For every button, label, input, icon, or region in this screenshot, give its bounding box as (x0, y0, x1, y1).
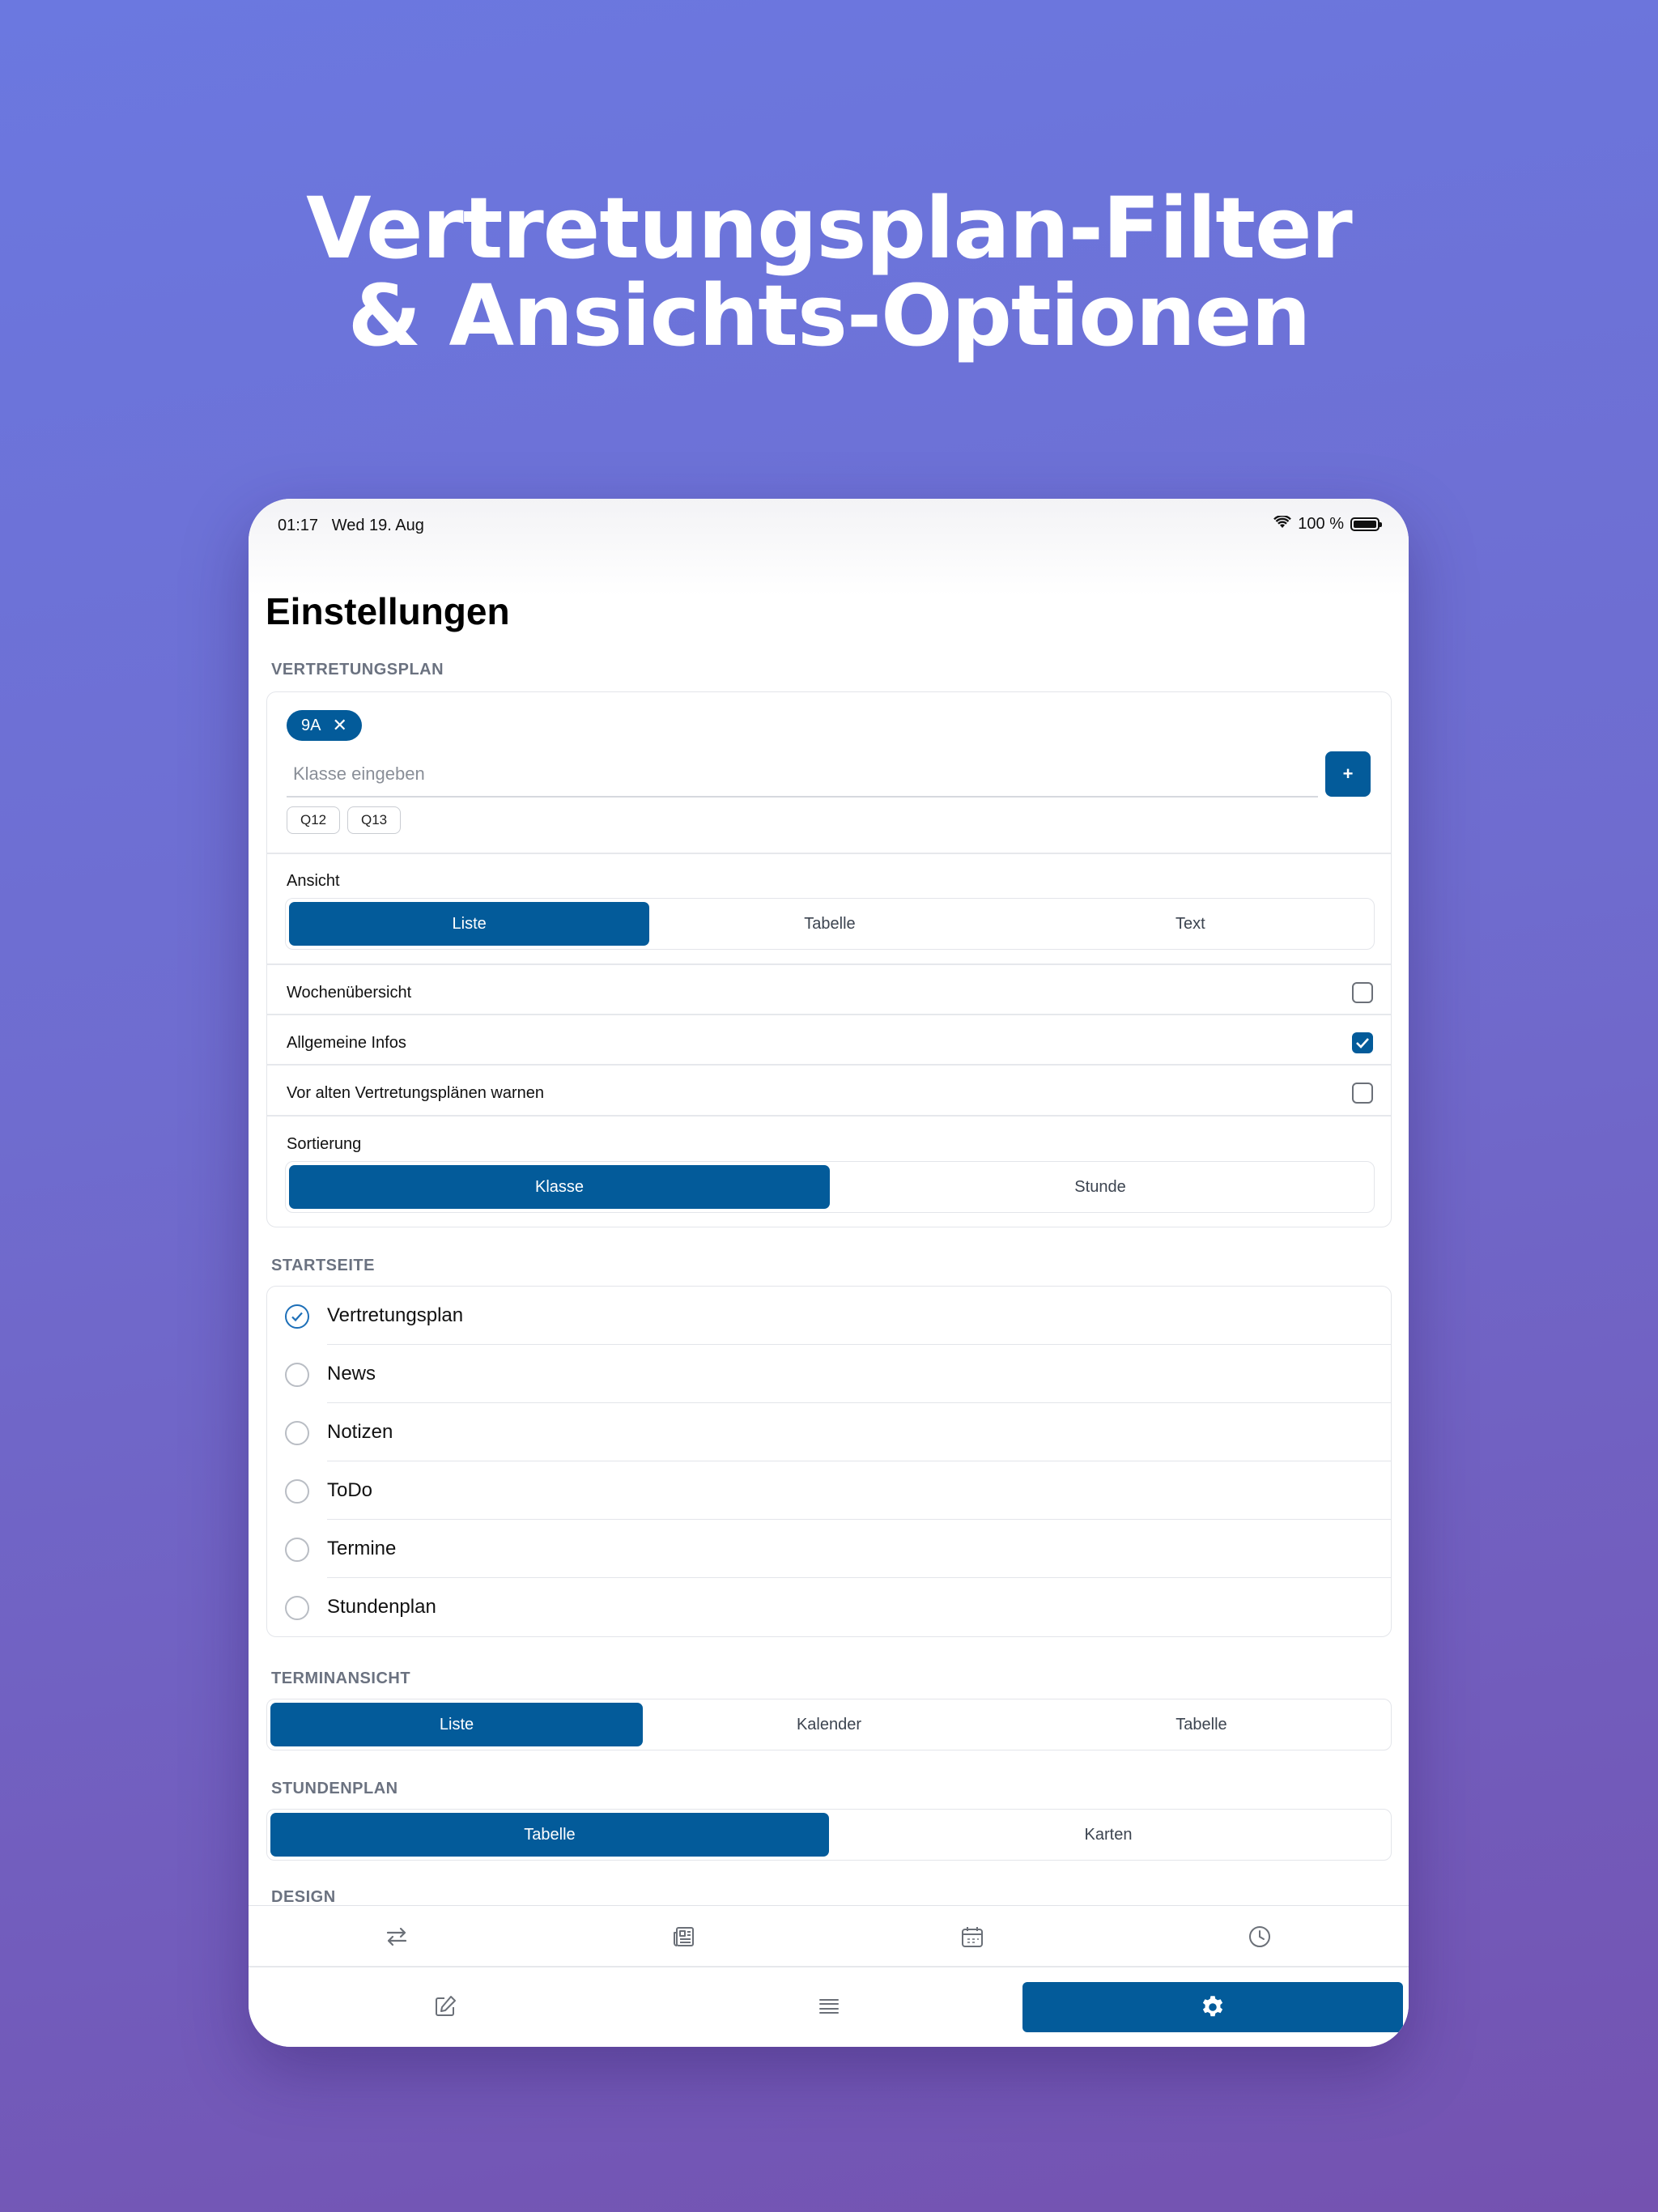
view-option-liste[interactable]: Liste (289, 902, 650, 946)
status-time-date: 01:17 Wed 19. Aug (278, 517, 424, 535)
termin-option-kalender[interactable]: Kalender (643, 1703, 1015, 1746)
termin-option-tabelle[interactable]: Tabelle (1015, 1703, 1388, 1746)
radio-unchecked-icon[interactable] (285, 1421, 309, 1445)
divider (267, 1064, 1391, 1066)
selected-class-chip[interactable]: 9A ✕ (287, 710, 362, 741)
stundenplan-option-tabelle[interactable]: Tabelle (270, 1813, 829, 1857)
radio-unchecked-icon[interactable] (285, 1479, 309, 1504)
radio-checked-icon[interactable] (285, 1304, 309, 1329)
stundenplan-segmented-control: Tabelle Karten (266, 1809, 1392, 1861)
sort-label: Sortierung (287, 1135, 362, 1153)
vertretungsplan-card: 9A ✕ + Q12 Q13 Ansicht Liste Tabelle Tex… (266, 691, 1392, 1227)
sort-option-stunde[interactable]: Stunde (830, 1165, 1371, 1209)
sort-segmented-control: Klasse Stunde (285, 1161, 1375, 1213)
startseite-option[interactable]: Vertretungsplan (267, 1287, 1391, 1345)
startseite-option[interactable]: Notizen (267, 1403, 1391, 1461)
tab-bar (249, 1905, 1409, 2047)
toggle-label-allgemeine-infos: Allgemeine Infos (287, 1034, 406, 1052)
divider (267, 963, 1391, 965)
divider (267, 1115, 1391, 1117)
newspaper-icon[interactable] (668, 1921, 700, 1953)
startseite-option[interactable]: News (267, 1345, 1391, 1403)
startseite-option-label: Stundenplan (327, 1596, 436, 1618)
startseite-option[interactable]: ToDo (267, 1461, 1391, 1520)
gear-icon[interactable] (1197, 1991, 1229, 2023)
startseite-option-label: Vertretungsplan (327, 1304, 464, 1326)
view-label: Ansicht (287, 872, 340, 890)
stundenplan-option-karten[interactable]: Karten (829, 1813, 1388, 1857)
termin-option-liste[interactable]: Liste (270, 1703, 643, 1746)
view-option-text[interactable]: Text (1010, 902, 1371, 946)
swap-arrows-icon[interactable] (380, 1921, 413, 1953)
startseite-option-label: News (327, 1363, 376, 1385)
clock-icon[interactable] (1244, 1921, 1276, 1953)
suggestion-chip[interactable]: Q13 (347, 806, 402, 834)
section-label-vertretungsplan: VERTRETUNGSPLAN (271, 661, 444, 678)
section-label-stundenplan: STUNDENPLAN (271, 1780, 398, 1797)
calendar-icon[interactable] (956, 1921, 988, 1953)
startseite-option-label: Termine (327, 1538, 397, 1559)
edit-icon[interactable] (429, 1990, 461, 2023)
toggle-label-wochenuebersicht: Wochenübersicht (287, 984, 412, 1002)
radio-unchecked-icon[interactable] (285, 1363, 309, 1387)
radio-unchecked-icon[interactable] (285, 1596, 309, 1620)
divider (267, 853, 1391, 854)
class-input[interactable] (287, 752, 1318, 798)
promo-headline-line2: & Ansichts-Optionen (347, 266, 1312, 365)
page-title: Einstellungen (266, 590, 510, 632)
allgemeine-infos-checkbox[interactable] (1352, 1032, 1373, 1053)
toggle-label-alte-plaene-warnen: Vor alten Vertretungsplänen warnen (287, 1084, 544, 1102)
startseite-option-label: ToDo (327, 1479, 373, 1501)
startseite-option-label: Notizen (327, 1421, 393, 1443)
wifi-icon (1273, 514, 1292, 534)
status-indicators: 100 % (1273, 514, 1382, 534)
list-icon[interactable] (813, 1990, 845, 2023)
terminansicht-segmented-control: Liste Kalender Tabelle (266, 1699, 1392, 1750)
section-label-startseite: STARTSEITE (271, 1257, 375, 1274)
wochenuebersicht-checkbox[interactable] (1352, 982, 1373, 1003)
status-time: 01:17 (278, 517, 319, 534)
chip-label: 9A (301, 716, 321, 734)
alte-plaene-warnen-checkbox[interactable] (1352, 1083, 1373, 1104)
section-label-terminansicht: TERMINANSICHT (271, 1670, 411, 1687)
add-class-button[interactable]: + (1325, 751, 1371, 797)
startseite-card: Vertretungsplan News Notizen ToDo Termin… (266, 1286, 1392, 1637)
startseite-option[interactable]: Stundenplan (267, 1578, 1391, 1636)
startseite-option[interactable]: Termine (267, 1520, 1391, 1578)
divider (249, 1966, 1409, 1967)
status-date: Wed 19. Aug (331, 517, 424, 534)
promo-headline-line1: Vertretungsplan-Filter (306, 179, 1353, 278)
view-segmented-control: Liste Tabelle Text (285, 898, 1375, 950)
status-bar: 01:17 Wed 19. Aug 100 % (249, 499, 1409, 596)
promo-headline: Vertretungsplan-Filter & Ansichts-Option… (0, 185, 1658, 359)
view-option-tabelle[interactable]: Tabelle (649, 902, 1010, 946)
divider (267, 1014, 1391, 1015)
tablet-frame: 01:17 Wed 19. Aug 100 % Einstellungen VE… (249, 499, 1409, 2047)
battery-percentage: 100 % (1298, 515, 1344, 533)
chip-remove-icon[interactable]: ✕ (332, 715, 346, 736)
battery-icon (1350, 517, 1382, 531)
suggestion-chip[interactable]: Q12 (287, 806, 341, 834)
section-label-design: DESIGN (271, 1888, 336, 1906)
radio-unchecked-icon[interactable] (285, 1538, 309, 1562)
sort-option-klasse[interactable]: Klasse (289, 1165, 830, 1209)
